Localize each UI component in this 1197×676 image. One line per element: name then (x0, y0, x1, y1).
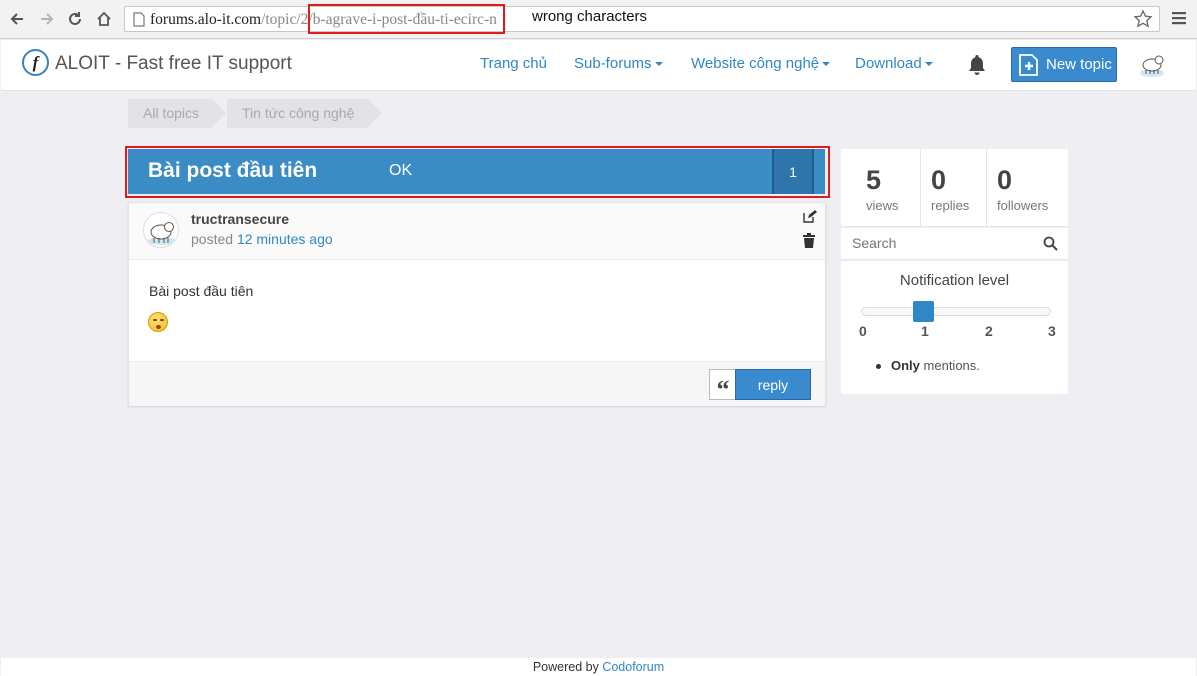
emoji-eye (160, 319, 164, 321)
url-host: forums.alo-it.com (150, 11, 262, 28)
notification-title: Notification level (899, 272, 1010, 289)
stat-value: 0 (931, 165, 947, 195)
reply-button[interactable]: reply (735, 369, 811, 400)
user-avatar[interactable] (1137, 49, 1167, 79)
notification-desc-rest: mentions. (923, 358, 980, 373)
nav-label: Trang chủ (480, 55, 547, 72)
quote-button[interactable]: “ (709, 369, 736, 404)
forward-arrow-icon (41, 13, 54, 25)
reload-icon (69, 12, 81, 25)
breadcrumb-tin-tuc[interactable]: Tin tức công nghệ (227, 99, 382, 128)
notification-slider-track[interactable] (861, 307, 1051, 316)
stat-followers: 0 followers (987, 149, 1068, 227)
emoji-icon (148, 312, 168, 332)
home-button[interactable] (93, 8, 115, 30)
browser-toolbar: forums.alo-it.com/topic/2/b-agrave-i-pos… (0, 0, 1197, 39)
site-header: f ALOIT - Fast free IT support Trang chủ… (1, 40, 1196, 91)
nav-download[interactable]: Download (855, 55, 933, 72)
stat-views: 5 views (841, 149, 920, 227)
nav-label: Download (855, 55, 922, 72)
stat-replies: 0 replies (921, 149, 986, 227)
nav-label: Sub-forums (574, 55, 652, 72)
site-footer: Powered by Codoforum (1, 658, 1196, 676)
forward-button[interactable] (36, 8, 58, 30)
footer-prefix: Powered by (532, 660, 599, 674)
back-button[interactable] (6, 8, 28, 30)
footer-link[interactable]: Codoforum (602, 660, 664, 674)
bookmark-star-icon[interactable] (1133, 9, 1153, 29)
nav-sub-forums[interactable]: Sub-forums (574, 55, 663, 72)
breadcrumb-label: All topics (143, 105, 200, 121)
nav-label: Website công nghệ (691, 55, 820, 72)
nav-website-cong-nghe[interactable]: Website công nghệ (691, 55, 831, 72)
post-author-avatar[interactable] (143, 212, 179, 248)
url-highlight-box (308, 4, 505, 34)
slider-tick: 1 (921, 323, 929, 339)
slider-tick: 0 (859, 323, 867, 339)
url-path: /topic/2/ (261, 11, 313, 28)
stat-value: 5 (866, 165, 882, 195)
topic-stats: 5 views 0 replies 0 followers (841, 149, 1068, 227)
notification-slider-handle[interactable] (913, 301, 934, 322)
notification-description: Only mentions. (891, 358, 980, 373)
topic-search (841, 228, 1068, 260)
page-icon (133, 12, 145, 27)
emoji-mouth (156, 325, 161, 329)
breadcrumb-label: Tin tức công nghệ (242, 105, 355, 121)
edit-icon[interactable] (802, 209, 817, 224)
title-highlight-box (125, 146, 830, 198)
browser-menu-icon[interactable] (1172, 11, 1186, 25)
back-arrow-icon (10, 13, 23, 25)
logo-icon[interactable]: f (22, 49, 49, 76)
home-icon (97, 11, 111, 26)
nav-trang-chu[interactable]: Trang chủ (480, 55, 547, 72)
search-icon[interactable] (1043, 236, 1058, 251)
logo-letter: f (32, 52, 39, 72)
notification-level-panel: Notification level 0 1 2 3 Only mentions… (841, 261, 1068, 394)
stat-label: replies (931, 198, 970, 213)
reply-label: reply (757, 376, 789, 393)
post-meta: posted 12 minutes ago (191, 231, 333, 247)
post-body-text: Bài post đầu tiên (149, 283, 254, 299)
caret-down-icon (924, 62, 933, 67)
post-time[interactable]: 12 minutes ago (237, 231, 333, 247)
post-header: tructransecure posted 12 minutes ago (129, 203, 825, 260)
post-card: tructransecure posted 12 minutes ago Bài… (128, 202, 826, 406)
delete-trash-icon[interactable] (802, 233, 816, 248)
slider-tick: 2 (985, 323, 993, 339)
stat-label: views (866, 198, 899, 213)
caret-down-icon (654, 62, 663, 67)
sheep-avatar-icon (148, 222, 176, 245)
stat-label: followers (997, 198, 1049, 213)
notification-bell-icon[interactable] (965, 53, 989, 77)
search-input[interactable] (852, 235, 1032, 251)
reload-button[interactable] (64, 8, 86, 30)
annotation-text: wrong characters (532, 8, 648, 25)
site-brand[interactable]: ALOIT - Fast free IT support (55, 53, 292, 75)
new-topic-button[interactable]: New topic (1011, 47, 1117, 82)
post-author-name[interactable]: tructransecure (191, 211, 289, 227)
caret-down-icon (822, 62, 831, 67)
quote-icon: “ (716, 374, 730, 404)
breadcrumb-all-topics[interactable]: All topics (128, 99, 226, 128)
posted-label: posted (191, 231, 234, 247)
new-document-icon (1019, 53, 1038, 76)
bullet-point (876, 364, 881, 369)
new-topic-label: New topic (1046, 56, 1112, 73)
notification-desc-bold: Only (891, 358, 920, 373)
emoji-eye (153, 319, 157, 321)
post-footer: “ reply (129, 361, 825, 406)
slider-tick: 3 (1048, 323, 1056, 339)
stat-value: 0 (997, 165, 1013, 195)
